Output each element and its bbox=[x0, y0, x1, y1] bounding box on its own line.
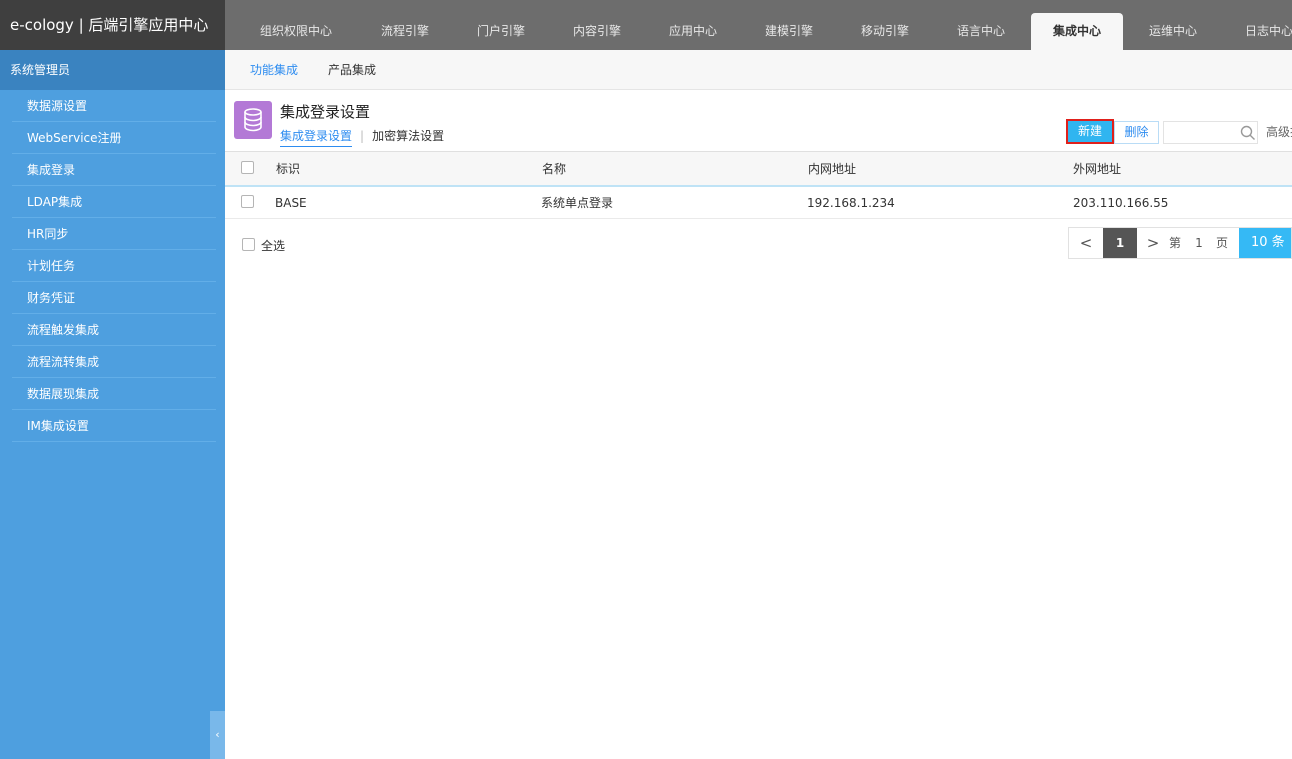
next-page-button[interactable]: > bbox=[1141, 228, 1165, 258]
database-icon bbox=[234, 101, 272, 139]
sidebar-item-integrated-login[interactable]: 集成登录 bbox=[12, 154, 216, 186]
current-page[interactable]: 1 bbox=[1103, 228, 1137, 258]
header-checkbox[interactable] bbox=[241, 161, 254, 174]
main-content: 功能集成 产品集成 集成登录设置 集成登录设置 | 加密算法设置 新建 删除 高级搜… bbox=[225, 50, 1292, 759]
subnav-product-integration[interactable]: 产品集成 bbox=[328, 50, 376, 90]
sidebar-item-workflow-trigger[interactable]: 流程触发集成 bbox=[12, 314, 216, 346]
column-header-extranet: 外网地址 bbox=[1073, 162, 1122, 176]
app-title: e-cology | 后端引擎应用中心 bbox=[0, 0, 225, 50]
search-icon[interactable] bbox=[1240, 125, 1256, 141]
row-checkbox[interactable] bbox=[241, 195, 254, 208]
sidebar-header: 系统管理员 bbox=[0, 50, 225, 90]
column-header-intranet: 内网地址 bbox=[808, 162, 857, 176]
table-row[interactable]: BASE 系统单点登录 192.168.1.234 203.110.166.55 bbox=[225, 187, 1292, 219]
search-input[interactable] bbox=[1163, 121, 1258, 144]
top-nav: 组织权限中心 流程引擎 门户引擎 内容引擎 应用中心 建模引擎 移动引擎 语言中… bbox=[225, 0, 1292, 50]
sidebar-item-hr-sync[interactable]: HR同步 bbox=[12, 218, 216, 250]
sidebar-item-data-display[interactable]: 数据展现集成 bbox=[12, 378, 216, 410]
sidebar-item-finance-voucher[interactable]: 财务凭证 bbox=[12, 282, 216, 314]
pagination: < 1 > 第 1 页 10 条 bbox=[1068, 227, 1292, 259]
sidebar: 系统管理员 数据源设置 WebService注册 集成登录 LDAP集成 HR同… bbox=[0, 50, 225, 759]
column-header-id: 标识 bbox=[276, 162, 301, 176]
sidebar-item-scheduled-tasks[interactable]: 计划任务 bbox=[12, 250, 216, 282]
page-size-select[interactable]: 10 条 bbox=[1239, 228, 1291, 258]
cell-extranet: 203.110.166.55 bbox=[1073, 196, 1169, 210]
page-tabs: 集成登录设置 | 加密算法设置 bbox=[280, 127, 444, 147]
page-prefix-label: 第 bbox=[1168, 236, 1181, 250]
tab-ops-center[interactable]: 运维中心 bbox=[1127, 13, 1219, 50]
sub-nav: 功能集成 产品集成 bbox=[225, 50, 1292, 90]
tab-modeling-engine[interactable]: 建模引擎 bbox=[743, 13, 835, 50]
select-all-checkbox[interactable] bbox=[242, 238, 255, 251]
tab-separator: | bbox=[360, 129, 365, 143]
page-suffix-label: 页 bbox=[1215, 236, 1228, 250]
tab-encryption-settings[interactable]: 加密算法设置 bbox=[372, 127, 444, 144]
tab-log-center[interactable]: 日志中心 bbox=[1223, 13, 1292, 50]
tab-integration-center[interactable]: 集成中心 bbox=[1031, 13, 1123, 50]
data-table: 标识 名称 内网地址 外网地址 BASE 系统单点登录 192.168.1.23… bbox=[225, 151, 1292, 219]
sidebar-item-ldap[interactable]: LDAP集成 bbox=[12, 186, 216, 218]
tab-integrated-login-settings[interactable]: 集成登录设置 bbox=[280, 127, 353, 147]
page-title: 集成登录设置 bbox=[280, 103, 371, 121]
tab-org-permission[interactable]: 组织权限中心 bbox=[250, 13, 342, 50]
tab-mobile-engine[interactable]: 移动引擎 bbox=[839, 13, 931, 50]
column-header-name: 名称 bbox=[542, 162, 567, 176]
select-all-label[interactable]: 全选 bbox=[261, 237, 285, 254]
sidebar-item-workflow-transfer[interactable]: 流程流转集成 bbox=[12, 346, 216, 378]
new-button[interactable]: 新建 bbox=[1066, 119, 1114, 144]
tab-language-center[interactable]: 语言中心 bbox=[935, 13, 1027, 50]
page-jump-input[interactable]: 1 bbox=[1189, 228, 1209, 258]
tab-content-engine[interactable]: 内容引擎 bbox=[551, 13, 643, 50]
table-header: 标识 名称 内网地址 外网地址 bbox=[225, 151, 1292, 187]
top-bar: e-cology | 后端引擎应用中心 组织权限中心 流程引擎 门户引擎 内容引… bbox=[0, 0, 1292, 50]
sidebar-collapse-icon[interactable]: ‹ bbox=[210, 711, 225, 759]
cell-intranet: 192.168.1.234 bbox=[807, 196, 895, 210]
sidebar-item-datasource[interactable]: 数据源设置 bbox=[12, 90, 216, 122]
prev-page-button[interactable]: < bbox=[1069, 228, 1103, 258]
tab-portal-engine[interactable]: 门户引擎 bbox=[455, 13, 547, 50]
tab-workflow-engine[interactable]: 流程引擎 bbox=[359, 13, 451, 50]
advanced-search-link[interactable]: 高级搜索 bbox=[1266, 121, 1292, 144]
subnav-function-integration[interactable]: 功能集成 bbox=[250, 50, 298, 90]
tab-app-center[interactable]: 应用中心 bbox=[647, 13, 739, 50]
cell-id: BASE bbox=[275, 196, 307, 210]
cell-name: 系统单点登录 bbox=[541, 196, 614, 210]
sidebar-item-webservice[interactable]: WebService注册 bbox=[12, 122, 216, 154]
sidebar-item-im-settings[interactable]: IM集成设置 bbox=[12, 410, 216, 442]
delete-button[interactable]: 删除 bbox=[1114, 121, 1159, 144]
